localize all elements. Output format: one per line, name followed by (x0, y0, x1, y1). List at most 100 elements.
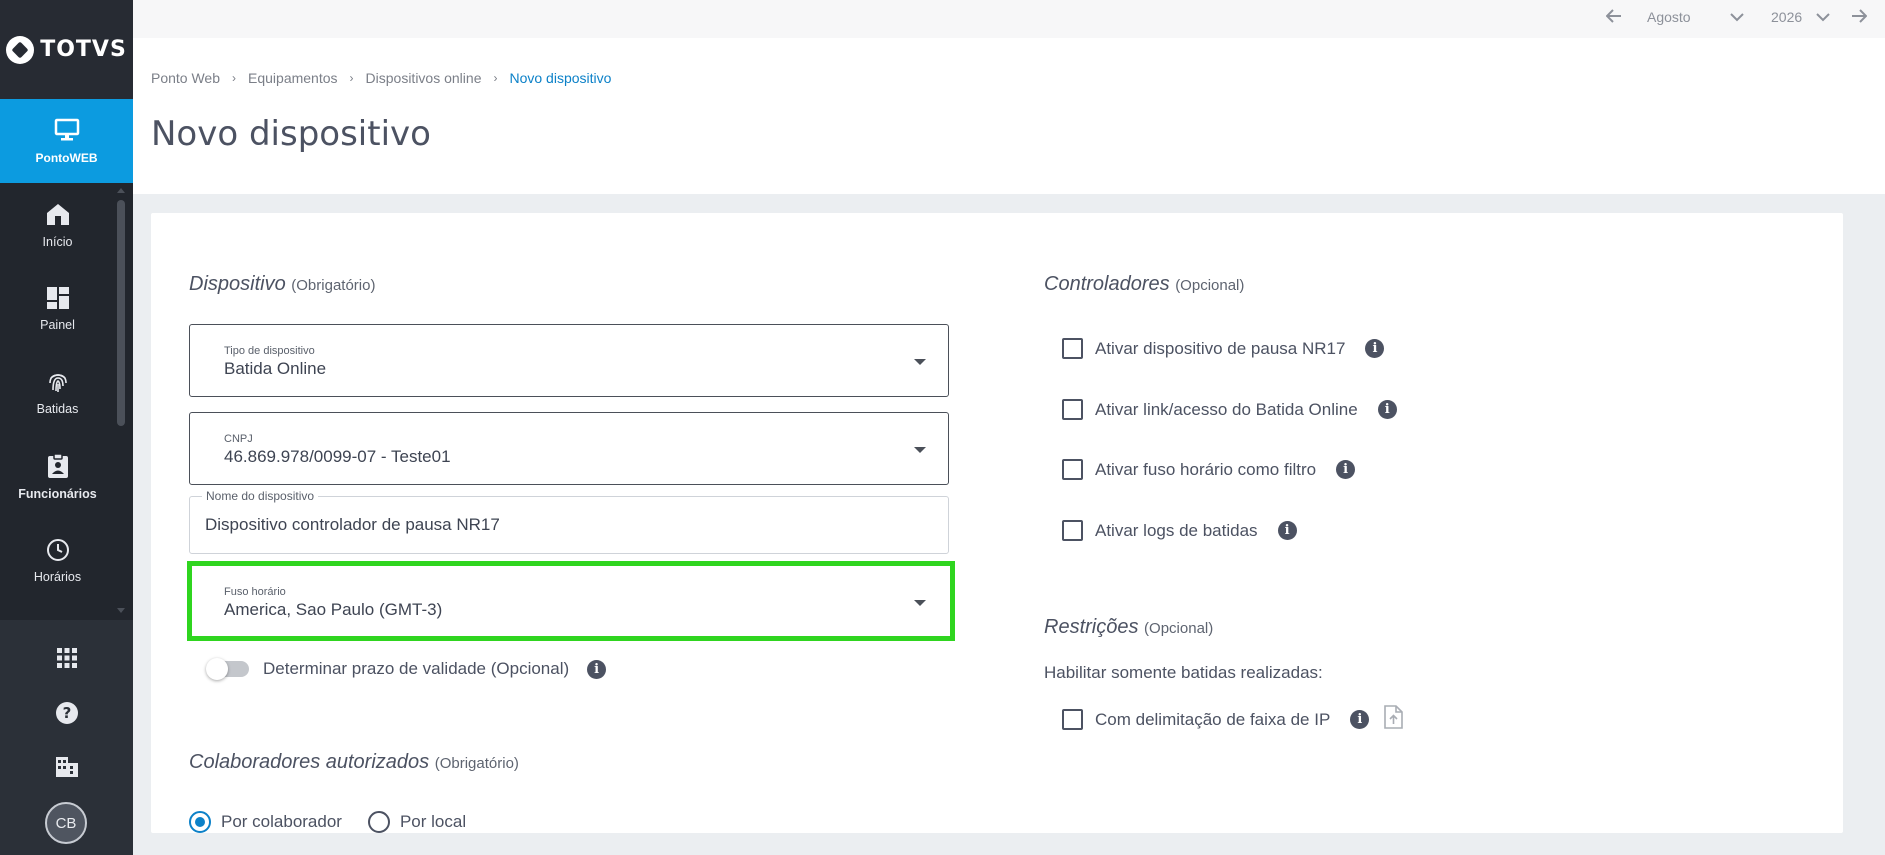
page-title: Novo dispositivo (151, 114, 431, 154)
section-restricoes-title: Restrições (Opcional) (1044, 616, 1213, 639)
clock-icon (46, 538, 70, 565)
breadcrumb-current: Novo dispositivo (509, 70, 612, 86)
check-logs-batidas: Ativar logs de batidas i (1062, 520, 1297, 541)
app-label: PontoWEB (35, 150, 98, 165)
field-label: CNPJ (224, 433, 253, 445)
apps-button[interactable] (0, 648, 133, 673)
validade-toggle-row: Determinar prazo de validade (Opcional) … (206, 658, 607, 680)
checkbox-label: Ativar logs de batidas (1095, 520, 1258, 540)
chevron-down-icon[interactable] (1816, 9, 1830, 25)
breadcrumb-separator: › (232, 71, 237, 85)
year-select[interactable]: 2026 (1771, 9, 1802, 25)
field-value: 46.869.978/0099-07 - Teste01 (224, 447, 451, 466)
info-icon[interactable]: i (587, 659, 607, 679)
top-bar: Agosto 2026 (133, 0, 1885, 38)
info-icon[interactable]: i (1336, 460, 1356, 479)
nome-dispositivo-field[interactable]: Nome do dispositivo Dispositivo controla… (189, 489, 949, 554)
section-note: (Opcional) (1175, 277, 1245, 294)
app-pontoweb[interactable]: PontoWEB (0, 99, 133, 192)
grid-icon (56, 648, 77, 673)
form-card: Dispositivo (Obrigatório) Tipo de dispos… (151, 213, 1843, 833)
arrow-left-icon[interactable] (1605, 9, 1622, 26)
field-value: Dispositivo controlador de pausa NR17 (205, 515, 500, 534)
arrow-right-icon[interactable] (1851, 9, 1868, 26)
section-colaboradores-title: Colaboradores autorizados (Obrigatório) (189, 751, 519, 774)
nav-label: Batidas (36, 402, 79, 416)
sidebar-scrollbar[interactable] (117, 200, 125, 426)
company-button[interactable] (0, 756, 133, 783)
monitor-icon (54, 118, 80, 145)
tipo-dispositivo-select[interactable]: Tipo de dispositivo Batida Online (189, 324, 949, 397)
nav-item-painel[interactable]: Painel (0, 267, 115, 351)
fingerprint-icon (46, 370, 70, 397)
nav-item-inicio[interactable]: Início (0, 183, 115, 267)
sidebar: TOTVS PontoWEB Início Painel Batidas Fun… (0, 0, 133, 855)
checkbox[interactable] (1062, 459, 1083, 480)
badge-icon (47, 453, 69, 482)
highlight-box (187, 561, 955, 641)
file-upload-icon[interactable] (1383, 705, 1404, 734)
help-icon: ? (55, 701, 79, 730)
nav-item-horarios[interactable]: Horários (0, 519, 115, 603)
check-pausa-nr17: Ativar dispositivo de pausa NR17 i (1062, 338, 1385, 359)
logo: TOTVS (0, 0, 133, 99)
checkbox[interactable] (1062, 709, 1083, 730)
info-icon[interactable]: i (1377, 400, 1397, 419)
section-note: (Obrigatório) (434, 755, 519, 772)
check-faixa-ip: Com delimitação de faixa de IP i (1062, 705, 1404, 734)
checkbox[interactable] (1062, 338, 1083, 359)
cnpj-select[interactable]: CNPJ 46.869.978/0099-07 - Teste01 (189, 412, 949, 485)
section-dispositivo-title: Dispositivo (Obrigatório) (189, 273, 375, 296)
por-colaborador-radio[interactable] (189, 811, 211, 833)
breadcrumb-separator: › (493, 71, 498, 85)
chevron-down-icon[interactable] (1730, 9, 1744, 25)
brand-name: TOTVS (40, 37, 127, 62)
breadcrumb-item[interactable]: Equipamentos (248, 70, 338, 86)
info-icon[interactable]: i (1365, 339, 1385, 358)
month-select[interactable]: Agosto (1647, 9, 1691, 25)
page-header: Ponto Web › Equipamentos › Dispositivos … (133, 38, 1885, 194)
radio-label: Por local (399, 812, 467, 831)
restricoes-subtitle: Habilitar somente batidas realizadas: (1044, 663, 1323, 682)
checkbox-label: Ativar dispositivo de pausa NR17 (1095, 338, 1346, 358)
breadcrumb-separator: › (349, 71, 354, 85)
caret-down-icon (914, 447, 926, 453)
breadcrumb-item[interactable]: Ponto Web (151, 70, 220, 86)
checkbox-label: Com delimitação de faixa de IP (1095, 709, 1331, 729)
field-label: Nome do dispositivo (202, 489, 319, 503)
checkbox[interactable] (1062, 520, 1083, 541)
nav-label: Horários (33, 570, 82, 584)
field-label: Tipo de dispositivo (224, 345, 315, 357)
section-title-text: Controladores (1044, 273, 1170, 295)
por-local-radio[interactable] (367, 811, 390, 833)
home-icon (45, 201, 71, 230)
scroll-up-arrow[interactable] (117, 188, 125, 193)
help-button[interactable]: ? (0, 701, 133, 730)
checkbox-label: Ativar fuso horário como filtro (1095, 459, 1317, 479)
breadcrumb-item[interactable]: Dispositivos online (366, 70, 482, 86)
field-value: Batida Online (224, 359, 327, 378)
nav-item-funcionarios[interactable]: Funcionários (0, 435, 115, 519)
colaboradores-radio-group: Por colaborador Por local (189, 811, 466, 833)
check-link-batida-online: Ativar link/acesso do Batida Online i (1062, 399, 1397, 420)
toggle-label: Determinar prazo de validade (Opcional) (263, 659, 570, 678)
toggle-knob (206, 658, 228, 680)
check-fuso-filtro: Ativar fuso horário como filtro i (1062, 459, 1356, 480)
info-icon[interactable]: i (1350, 710, 1370, 729)
nav-label: Funcionários (18, 487, 97, 501)
nav-item-batidas[interactable]: Batidas (0, 351, 115, 435)
avatar[interactable]: CB (45, 802, 87, 844)
scroll-down-arrow[interactable] (117, 608, 125, 613)
radio-label: Por colaborador (221, 812, 342, 831)
validade-toggle[interactable] (206, 658, 249, 680)
nav-menu: Início Painel Batidas Funcionários Horár… (0, 183, 133, 620)
nav-label: Início (42, 235, 73, 249)
breadcrumb: Ponto Web › Equipamentos › Dispositivos … (151, 70, 611, 86)
checkbox-label: Ativar link/acesso do Batida Online (1095, 399, 1358, 419)
checkbox[interactable] (1062, 399, 1083, 420)
building-icon (55, 756, 79, 783)
info-icon[interactable]: i (1277, 521, 1297, 540)
section-controladores-title: Controladores (Opcional) (1044, 273, 1244, 296)
caret-down-icon (914, 359, 926, 365)
section-title-text: Colaboradores autorizados (189, 751, 430, 773)
